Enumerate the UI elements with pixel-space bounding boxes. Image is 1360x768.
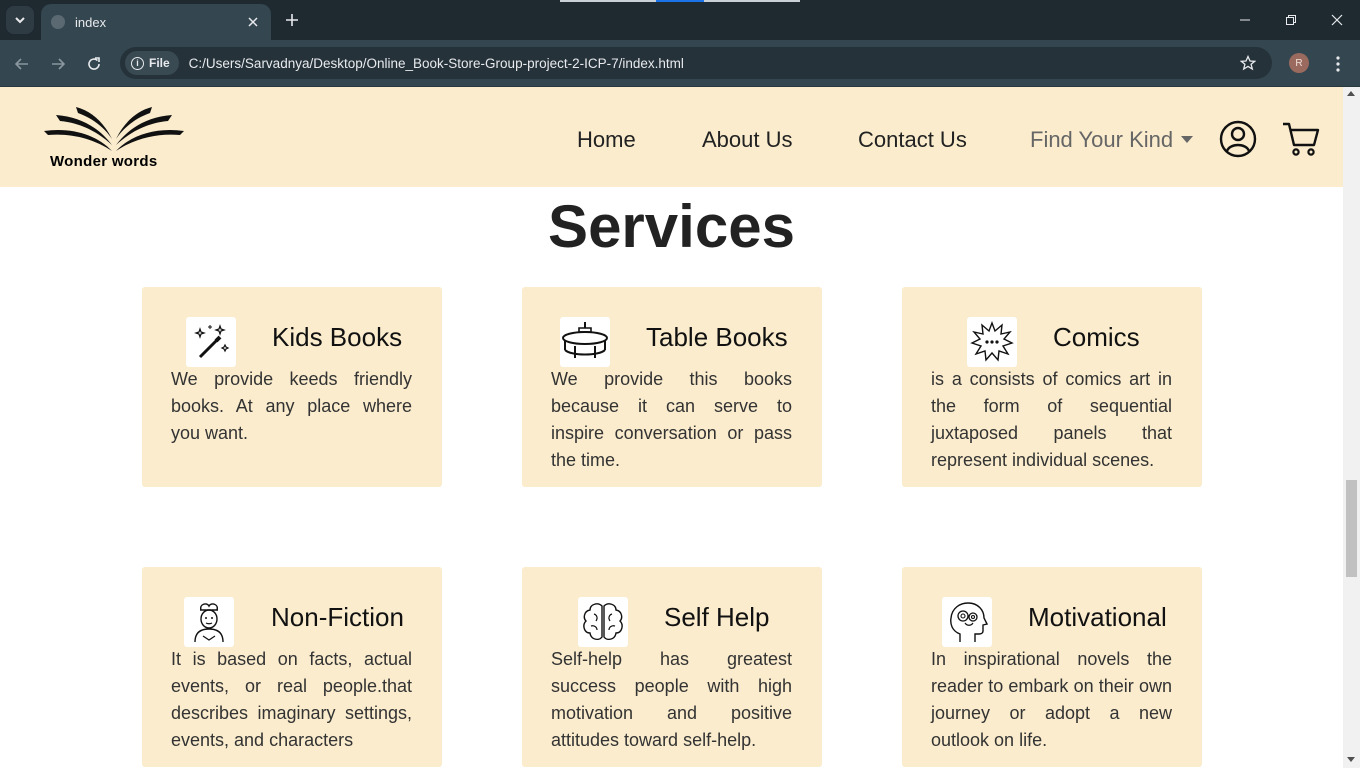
more-vertical-icon	[1336, 56, 1340, 72]
open-book-icon	[44, 107, 184, 151]
scroll-thumb[interactable]	[1346, 480, 1357, 577]
head-gears-icon	[942, 597, 992, 647]
service-card-comics: Comics is a consists of comics art in th…	[902, 287, 1202, 487]
scroll-down-arrow-icon[interactable]	[1347, 757, 1355, 762]
browser-tab[interactable]: index	[41, 4, 271, 40]
logo-text: Wonder words	[50, 153, 158, 170]
card-title: Non-Fiction	[271, 602, 404, 632]
window-controls	[1222, 0, 1360, 40]
nav-find-your-kind-label: Find Your Kind	[1030, 127, 1174, 152]
card-text: We provide keeds friendly books. At any …	[171, 369, 412, 443]
card-title: Kids Books	[272, 322, 403, 352]
card-title: Comics	[1053, 322, 1140, 352]
tab-search-button[interactable]	[6, 6, 34, 34]
nav-home[interactable]: Home	[577, 127, 636, 153]
card-text: In inspirational novels the reader to em…	[931, 649, 1172, 750]
shopping-cart-icon[interactable]	[1282, 121, 1320, 157]
nav-about-us[interactable]: About Us	[702, 127, 793, 153]
screen-share-indicator-active	[656, 0, 704, 2]
card-text: Self-help has greatest success people wi…	[551, 649, 792, 750]
service-card-non-fiction: Non-Fiction It is based on facts, actual…	[142, 567, 442, 767]
back-button[interactable]	[8, 50, 36, 78]
close-icon	[248, 17, 258, 27]
service-card-kids-books: Kids Books We provide keeds friendly boo…	[142, 287, 442, 487]
card-text: We provide this books because it can ser…	[551, 369, 792, 470]
arrow-right-icon	[52, 58, 66, 70]
browser-tab-bar: index	[0, 0, 1360, 40]
service-card-table-books: Table Books We provide this books becaus…	[522, 287, 822, 487]
reload-icon	[88, 57, 100, 70]
profile-avatar[interactable]: R	[1289, 53, 1309, 73]
address-bar[interactable]: i File C:/Users/Sarvadnya/Desktop/Online…	[120, 47, 1272, 79]
user-account-icon[interactable]	[1219, 120, 1257, 158]
arrow-left-icon	[14, 58, 28, 70]
nav-contact-us[interactable]: Contact Us	[858, 127, 967, 153]
globe-icon	[51, 15, 65, 29]
card-title: Motivational	[1028, 602, 1167, 632]
page-scrollbar[interactable]	[1343, 87, 1360, 768]
site-info-chip[interactable]: i File	[125, 51, 179, 75]
bookmark-button[interactable]	[1236, 51, 1260, 75]
services-title: Services	[548, 193, 795, 260]
plus-icon	[286, 14, 298, 26]
nav-find-your-kind-dropdown[interactable]: Find Your Kind	[1030, 127, 1194, 153]
restore-button[interactable]	[1268, 0, 1314, 40]
browser-menu-button[interactable]	[1326, 50, 1350, 78]
restore-icon	[1286, 15, 1296, 25]
star-icon	[1240, 55, 1256, 71]
service-card-motivational: Motivational In inspirational novels the…	[902, 567, 1202, 767]
url-text[interactable]: C:/Users/Sarvadnya/Desktop/Online_Book-S…	[189, 56, 1236, 71]
file-label: File	[149, 56, 170, 70]
table-icon	[560, 317, 610, 367]
service-card-self-help: Self Help Self-help has greatest success…	[522, 567, 822, 767]
page-viewport: Wonder words Home About Us Contact Us Fi…	[0, 87, 1343, 768]
brain-icon	[578, 597, 628, 647]
card-text: It is based on facts, actual events, or …	[171, 649, 412, 750]
card-text: is a consists of comics art in the form …	[931, 369, 1172, 470]
close-window-button[interactable]	[1314, 0, 1360, 40]
browser-toolbar: i File C:/Users/Sarvadnya/Desktop/Online…	[0, 40, 1360, 87]
scroll-up-arrow-icon[interactable]	[1347, 91, 1355, 96]
reload-button[interactable]	[80, 50, 108, 78]
magic-wand-icon	[186, 317, 236, 367]
caret-down-icon	[1181, 135, 1194, 143]
forward-button[interactable]	[44, 50, 72, 78]
comic-burst-icon	[967, 317, 1017, 367]
thinking-person-icon	[184, 597, 234, 647]
tab-title: index	[75, 14, 107, 30]
close-icon	[1331, 14, 1343, 26]
minimize-button[interactable]	[1222, 0, 1268, 40]
tab-close-button[interactable]	[241, 10, 265, 34]
new-tab-button[interactable]	[280, 8, 304, 32]
card-title: Self Help	[664, 602, 770, 632]
card-title: Table Books	[646, 322, 788, 352]
minimize-icon	[1240, 19, 1250, 21]
info-icon: i	[131, 56, 144, 70]
chevron-down-icon	[15, 17, 25, 24]
site-header: Wonder words Home About Us Contact Us Fi…	[0, 87, 1343, 187]
